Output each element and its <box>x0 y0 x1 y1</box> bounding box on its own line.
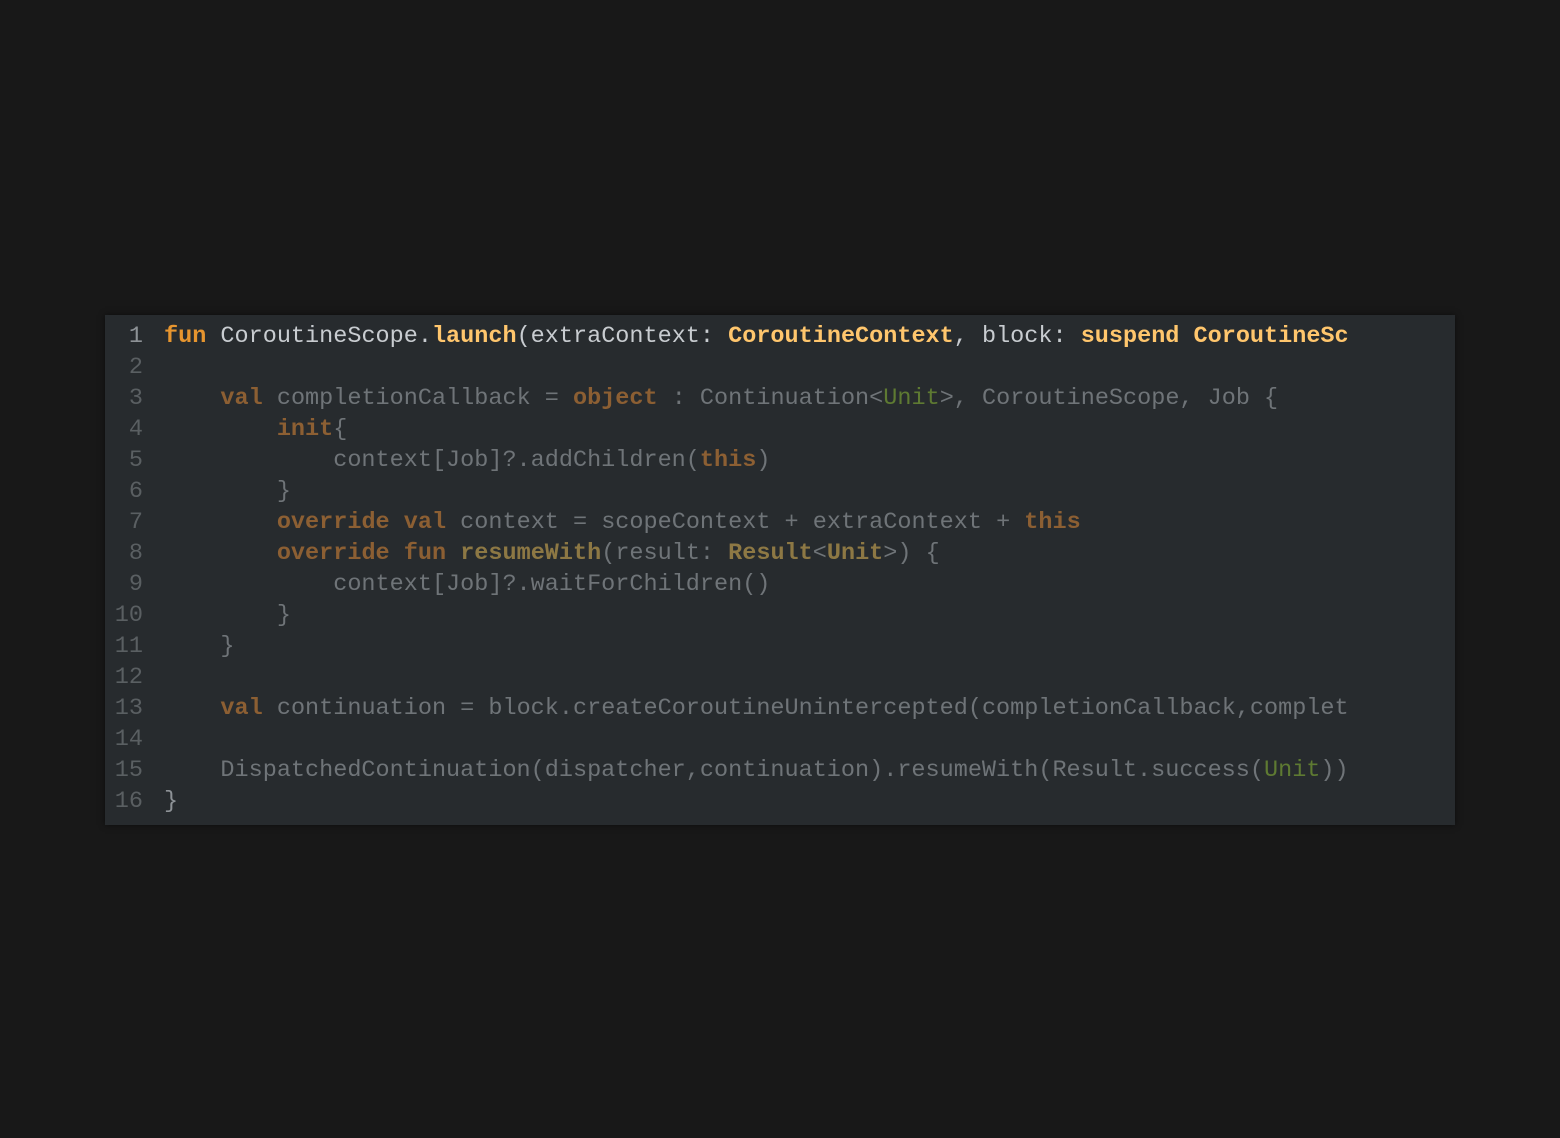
code-text: val completionCallback = object : Contin… <box>164 383 1278 414</box>
code-token: context[Job]?.waitForChildren() <box>164 571 771 598</box>
code-token: } <box>164 478 291 505</box>
line-number: 8 <box>128 540 143 567</box>
code-token: >) { <box>883 540 940 567</box>
line-number: 6 <box>128 478 143 505</box>
code-line: 13 val continuation = block.createCorout… <box>105 693 1455 724</box>
code-token: this <box>1024 509 1081 536</box>
code-line: 8 override fun resumeWith(result: Result… <box>105 538 1455 569</box>
line-number: 16 <box>114 788 143 815</box>
code-line: 1 fun CoroutineScope.launch(extraContext:… <box>105 321 1455 352</box>
code-text: } <box>164 476 291 507</box>
code-token: val <box>220 385 263 412</box>
code-token: )) <box>1320 757 1349 784</box>
code-line: 15 DispatchedContinuation(dispatcher,con… <box>105 755 1455 786</box>
code-token: { <box>333 416 348 443</box>
code-line: 10 } <box>105 600 1455 631</box>
code-text: } <box>164 600 291 631</box>
code-line: 3 val completionCallback = object : Cont… <box>105 383 1455 414</box>
code-text: context[Job]?.waitForChildren() <box>164 569 770 600</box>
line-number: 1 <box>128 323 143 350</box>
code-token: context = scopeContext + extraContext + <box>446 509 1025 536</box>
code-token: , block: <box>953 323 1081 350</box>
code-text: val continuation = block.createCoroutine… <box>164 693 1349 724</box>
code-token: ) <box>756 447 771 474</box>
code-line: 14 <box>105 724 1455 755</box>
code-line: 12 <box>105 662 1455 693</box>
code-token: Unit <box>883 385 940 412</box>
line-number: 5 <box>128 447 143 474</box>
code-token: } <box>164 602 291 629</box>
code-token: suspend <box>1080 323 1180 350</box>
code-token: override <box>276 540 390 567</box>
code-token: val <box>220 695 263 722</box>
code-line: 9 context[Job]?.waitForChildren() <box>105 569 1455 600</box>
code-token: completionCallback = <box>262 385 573 412</box>
code-token: init <box>276 416 334 443</box>
code-text: override val context = scopeContext + ex… <box>164 507 1081 538</box>
code-line: 5 context[Job]?.addChildren(this) <box>105 445 1455 476</box>
line-number: 7 <box>128 509 143 536</box>
code-token: (result: <box>601 540 729 567</box>
code-token: < <box>812 540 827 567</box>
code-token: override <box>276 509 390 536</box>
code-line: 2 <box>105 352 1455 383</box>
code-token: CoroutineContext <box>728 323 954 350</box>
code-text: } <box>164 786 178 817</box>
line-number: 2 <box>128 354 143 381</box>
code-line: 7 override val context = scopeContext + … <box>105 507 1455 538</box>
code-text: override fun resumeWith(result: Result<U… <box>164 538 940 569</box>
code-token: CoroutineScope. <box>206 323 432 350</box>
line-number: 10 <box>114 602 143 629</box>
code-token: fun <box>403 540 447 567</box>
code-token: (extraContext: <box>516 323 729 350</box>
code-text: fun CoroutineScope.launch(extraContext: … <box>164 321 1349 352</box>
code-token: launch <box>431 323 517 350</box>
code-token: this <box>699 447 757 474</box>
code-token: val <box>403 509 447 536</box>
line-number: 11 <box>114 633 143 660</box>
code-token: Unit <box>1263 757 1321 784</box>
line-number: 14 <box>114 726 143 753</box>
code-token: continuation = block.createCoroutineUnin… <box>262 695 1349 722</box>
code-token: DispatchedContinuation(dispatcher,contin… <box>164 757 1264 784</box>
code-token: object <box>573 385 658 412</box>
code-editor-panel[interactable]: 1 fun CoroutineScope.launch(extraContext:… <box>105 315 1455 825</box>
code-token: resumeWith <box>460 540 602 567</box>
code-text: DispatchedContinuation(dispatcher,contin… <box>164 755 1349 786</box>
code-token: >, CoroutineScope, Job { <box>939 385 1279 412</box>
code-line: 16} <box>105 786 1455 817</box>
code-token: context[Job]?.addChildren( <box>164 447 700 474</box>
code-line: 11 } <box>105 631 1455 662</box>
code-lines: 1 fun CoroutineScope.launch(extraContext:… <box>105 321 1455 817</box>
code-token: : Continuation< <box>657 385 884 412</box>
code-text: } <box>164 631 235 662</box>
code-line: 4 init{ <box>105 414 1455 445</box>
code-line: 6 } <box>105 476 1455 507</box>
code-text: context[Job]?.addChildren(this) <box>164 445 770 476</box>
code-token: } <box>164 633 235 660</box>
line-number: 3 <box>128 385 143 412</box>
line-number: 13 <box>114 695 143 722</box>
code-token: CoroutineSc <box>1193 323 1349 350</box>
line-number: 9 <box>128 571 143 598</box>
line-number: 15 <box>114 757 143 784</box>
line-number: 4 <box>128 416 143 443</box>
code-token: Unit <box>826 540 884 567</box>
code-text: init{ <box>164 414 348 445</box>
code-token: fun <box>164 323 207 350</box>
code-token: Result <box>728 540 813 567</box>
code-token: } <box>164 788 179 815</box>
line-number: 12 <box>114 664 143 691</box>
